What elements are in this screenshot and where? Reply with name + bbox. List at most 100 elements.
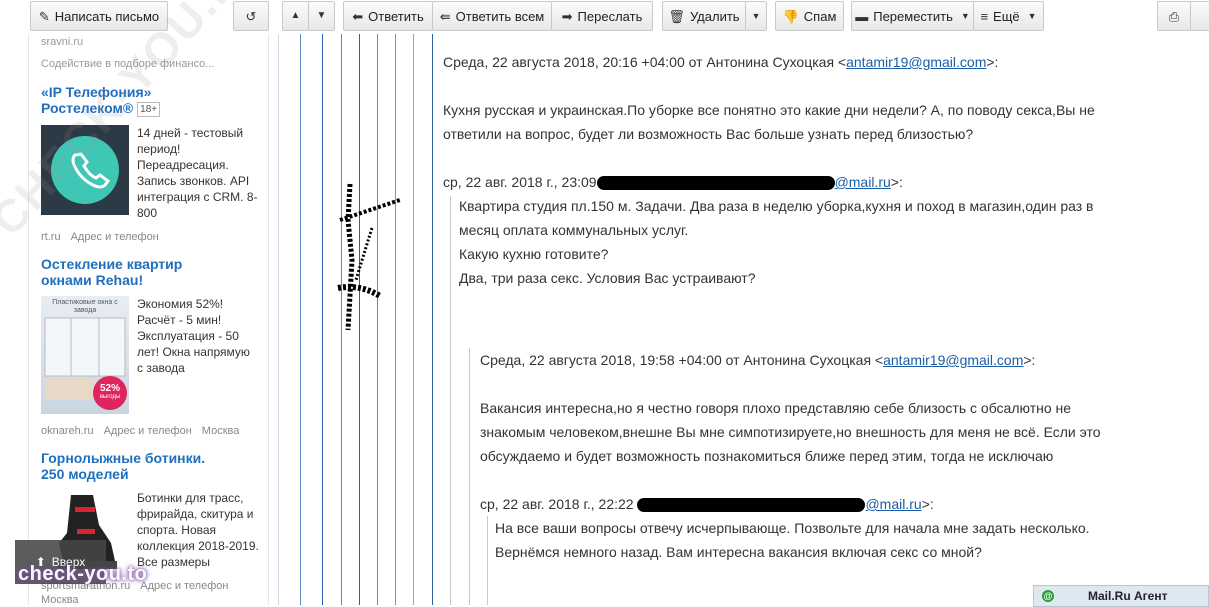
spam-button[interactable]: 👎 Спам — [775, 1, 844, 31]
email-link[interactable]: @mail.ru — [865, 496, 921, 512]
caret-down-icon: ▼ — [1027, 11, 1037, 21]
prev-message-button[interactable]: ▲ — [282, 1, 309, 31]
watermark-text: check-you.to — [18, 563, 148, 585]
printer-icon: ⎙ — [1168, 8, 1180, 24]
quote-header-text: Среда, 22 августа 2018, 19:58 +04:00 от … — [480, 352, 884, 368]
move-button[interactable]: ▬ Переместить ▼ — [851, 1, 974, 31]
delete-button[interactable]: 🗑 Удалить — [662, 1, 746, 31]
undo-icon: ↺ — [245, 8, 257, 24]
phone-ad-image[interactable] — [41, 125, 129, 215]
caret-down-icon: ▼ — [960, 11, 970, 21]
pencil-icon: ✎ — [38, 8, 50, 24]
reply-all-icon: ⇚ — [439, 8, 451, 24]
reply-all-button[interactable]: ⇚ Ответить всем — [432, 1, 552, 31]
message-paragraph-line: ответили на вопрос, будет ли возможность… — [443, 126, 974, 142]
print-button[interactable]: ⎙ — [1157, 1, 1191, 31]
age-badge: 18+ — [137, 101, 161, 117]
ad-title-line-2: 250 моделей — [41, 466, 129, 482]
quote-text-line: На все ваши вопросы отвечу исчерпывающе.… — [495, 520, 1090, 536]
reply-icon: ⬅ — [352, 8, 364, 24]
reply-label: Ответить — [368, 8, 424, 24]
quote-text-line: знакомым человеком,внешне Вы мне симпоти… — [480, 424, 1101, 440]
ad-domain[interactable]: rt.ru — [41, 231, 61, 243]
agent-status-icon: @ — [1042, 590, 1054, 602]
discount-badge: 52% выгоды — [93, 376, 127, 410]
quote-line — [300, 34, 301, 605]
ad-domain[interactable]: oknareh.ru — [41, 425, 94, 437]
ad-text[interactable]: Экономия 52%! Расчёт - 5 мин! Эксплуатац… — [137, 296, 259, 376]
redacted-sender — [637, 498, 866, 513]
ad-title[interactable]: Горнолыжные ботинки. 250 моделей — [41, 450, 205, 482]
ad-title[interactable]: Остекление квартир окнами Rehau! — [41, 256, 182, 288]
ad-text[interactable]: 14 дней - тестовый период! Переадресация… — [137, 125, 259, 221]
ad-source[interactable]: sravni.ru — [41, 36, 83, 48]
ad-description[interactable]: Содействие в подборе финансо... — [41, 58, 214, 70]
quote-text-line: Два, три раза секс. Условия Вас устраива… — [459, 270, 756, 286]
quote-header-suffix: >: — [1023, 352, 1036, 368]
trash-icon: 🗑 — [668, 8, 685, 24]
forward-button[interactable]: ➡ Переслать — [551, 1, 653, 31]
move-label: Переместить — [873, 8, 953, 24]
ad-title-line: Остекление квартир — [41, 256, 183, 272]
more-button[interactable]: ≡ Ещё ▼ — [973, 1, 1044, 31]
ad-address-link[interactable]: Адрес и телефон — [71, 231, 159, 243]
reply-button[interactable]: ⬅ Ответить — [343, 1, 433, 31]
windows-ad-image[interactable]: Пластиковые окна с завода 52% выгоды — [41, 296, 129, 414]
compose-label: Написать письмо — [54, 8, 160, 24]
menu-icon: ≡ — [980, 8, 989, 24]
discount-badge-label: выгоды — [99, 394, 121, 400]
quote-line — [487, 516, 488, 605]
quote-header-text: ср, 22 авг. 2018 г., 22:22 — [480, 496, 634, 512]
mail-agent-label: Mail.Ru Агент — [1088, 589, 1168, 603]
compose-button[interactable]: ✎ Написать письмо — [30, 1, 168, 31]
handwritten-mark — [337, 183, 401, 331]
spam-label: Спам — [803, 8, 837, 24]
email-link[interactable]: antamir19@gmail.com — [883, 352, 1023, 368]
forward-label: Переслать — [577, 8, 643, 24]
ad-city: Москва — [41, 594, 79, 605]
ad-address-link[interactable]: Адрес и телефон — [104, 425, 192, 437]
redacted-sender — [596, 176, 835, 191]
triangle-down-icon: ▼ — [316, 10, 327, 21]
ad-title-line: Горнолыжные ботинки. — [41, 450, 206, 466]
quote-line — [469, 348, 470, 605]
ad-title[interactable]: «IP Телефония» Ростелеком® 18+ — [41, 84, 161, 117]
mail-toolbar: ✎ Написать письмо ↺ ▲ ▼ ⬅ Ответить ⇚ Отв… — [0, 0, 1209, 34]
quote-text-line: Квартира студия пл.150 м. Задачи. Два ра… — [459, 198, 1094, 214]
ad-text[interactable]: Ботинки для трасс, фрирайда, скитура и с… — [137, 490, 259, 570]
ad-sidebar: sravni.ru Содействие в подборе финансо..… — [28, 34, 269, 605]
ad-title-line-2: Ростелеком® 18+ — [41, 100, 161, 117]
quote-text-line: Вакансия интересна,но я честно говоря пл… — [480, 400, 1072, 416]
next-message-button[interactable]: ▼ — [308, 1, 335, 31]
quote-text-line: Вернёмся немного назад. Вам интересна ва… — [495, 544, 982, 560]
triangle-up-icon: ▲ — [290, 10, 301, 21]
ad-title-text: Ростелеком® — [41, 100, 134, 116]
forward-icon: ➡ — [561, 8, 573, 24]
quote-header: Среда, 22 августа 2018, 20:16 +04:00 от … — [443, 54, 998, 70]
mail-agent-bar[interactable]: @ Mail.Ru Агент — [1033, 585, 1209, 607]
undo-button[interactable]: ↺ — [233, 1, 269, 31]
ad-address-link[interactable]: Адрес и телефон — [140, 580, 228, 592]
quote-line — [450, 196, 451, 605]
email-link[interactable]: antamir19@gmail.com — [846, 54, 986, 70]
ad-meta: oknareh.ru Адрес и телефон Москва — [41, 425, 249, 437]
more-options-button[interactable] — [1190, 1, 1209, 31]
discount-badge-value: 52% — [99, 383, 120, 394]
quote-header-suffix: >: — [921, 496, 934, 512]
thumb-down-icon: 👎 — [782, 8, 799, 24]
email-link[interactable]: @mail.ru — [835, 174, 891, 190]
message-paragraph-line: Кухня русская и украинская.По уборке все… — [443, 102, 1095, 118]
quote-line — [432, 34, 433, 605]
delete-dropdown-button[interactable]: ▼ — [745, 1, 767, 31]
caret-down-icon: ▼ — [751, 11, 761, 21]
folder-icon: ▬ — [855, 8, 869, 24]
quote-line — [278, 34, 279, 605]
quote-header: ср, 22 авг. 2018 г., 23:09 @mail.ru>: — [443, 174, 903, 191]
quote-text-line: месяц оплата коммунальных услуг. — [459, 222, 689, 238]
reply-all-label: Ответить всем — [455, 8, 545, 24]
quote-header-text: ср, 22 авг. 2018 г., 23:09 — [443, 174, 597, 190]
ad-title-line-2: окнами Rehau! — [41, 272, 144, 288]
ad-title-line: «IP Телефония» — [41, 84, 152, 100]
quote-header: ср, 22 авг. 2018 г., 22:22 @mail.ru>: — [480, 496, 934, 513]
quote-text-line: обсуждаемо и будет возможность познакоми… — [480, 448, 1054, 464]
